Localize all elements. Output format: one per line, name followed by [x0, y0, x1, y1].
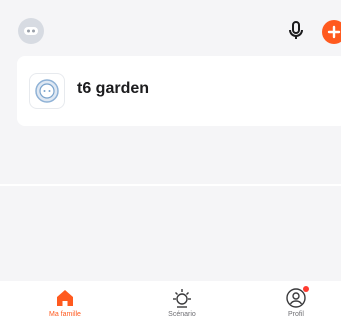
- section-divider: [0, 184, 341, 186]
- add-device-button[interactable]: [322, 20, 341, 44]
- tab-profile[interactable]: Profil: [251, 281, 341, 320]
- smart-plug-icon: [35, 79, 59, 103]
- plus-icon: [327, 25, 341, 39]
- family-avatar-icon: [24, 27, 38, 35]
- top-bar: [0, 0, 341, 50]
- device-card[interactable]: t6 garden: [17, 56, 341, 126]
- voice-button[interactable]: [284, 18, 308, 42]
- notification-badge: [303, 286, 309, 292]
- family-avatar-button[interactable]: [18, 18, 44, 44]
- sun-icon: [173, 289, 191, 308]
- tab-scenario-label: Scénario: [168, 311, 196, 318]
- tab-scenario[interactable]: Scénario: [137, 281, 227, 320]
- microphone-icon: [289, 21, 303, 39]
- tab-home-label: Ma famille: [49, 311, 81, 318]
- device-thumbnail: [29, 73, 65, 109]
- device-name: t6 garden: [77, 80, 150, 97]
- tab-home[interactable]: Ma famille: [20, 281, 110, 320]
- bottom-tab-bar: Ma famille Scénario Profil: [0, 281, 341, 320]
- home-icon: [57, 290, 73, 306]
- tab-profile-label: Profil: [288, 311, 304, 318]
